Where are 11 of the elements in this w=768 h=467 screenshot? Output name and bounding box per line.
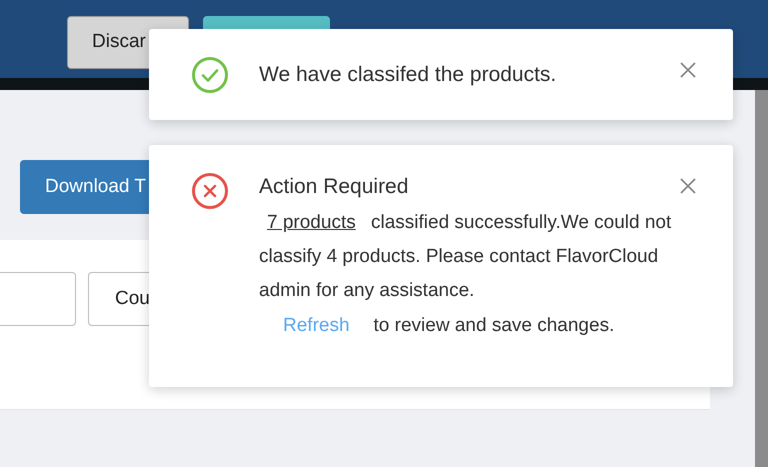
- scrollbar[interactable]: [755, 90, 768, 467]
- notification-message: 7 products classified successfully.We could not classify 4 products. Please contact FlavorCloud admin for any assistance.: [259, 211, 672, 303]
- notification-message: We have classifed the products.: [259, 62, 556, 88]
- close-icon[interactable]: [680, 178, 696, 194]
- input-field[interactable]: [0, 272, 76, 326]
- check-circle-icon: [191, 56, 229, 94]
- notification-title: Action Required: [259, 174, 408, 200]
- close-icon[interactable]: [680, 62, 696, 78]
- action-text: to review and save changes.: [374, 314, 614, 338]
- products-link[interactable]: 7 products: [259, 212, 366, 233]
- error-circle-icon: [191, 172, 229, 210]
